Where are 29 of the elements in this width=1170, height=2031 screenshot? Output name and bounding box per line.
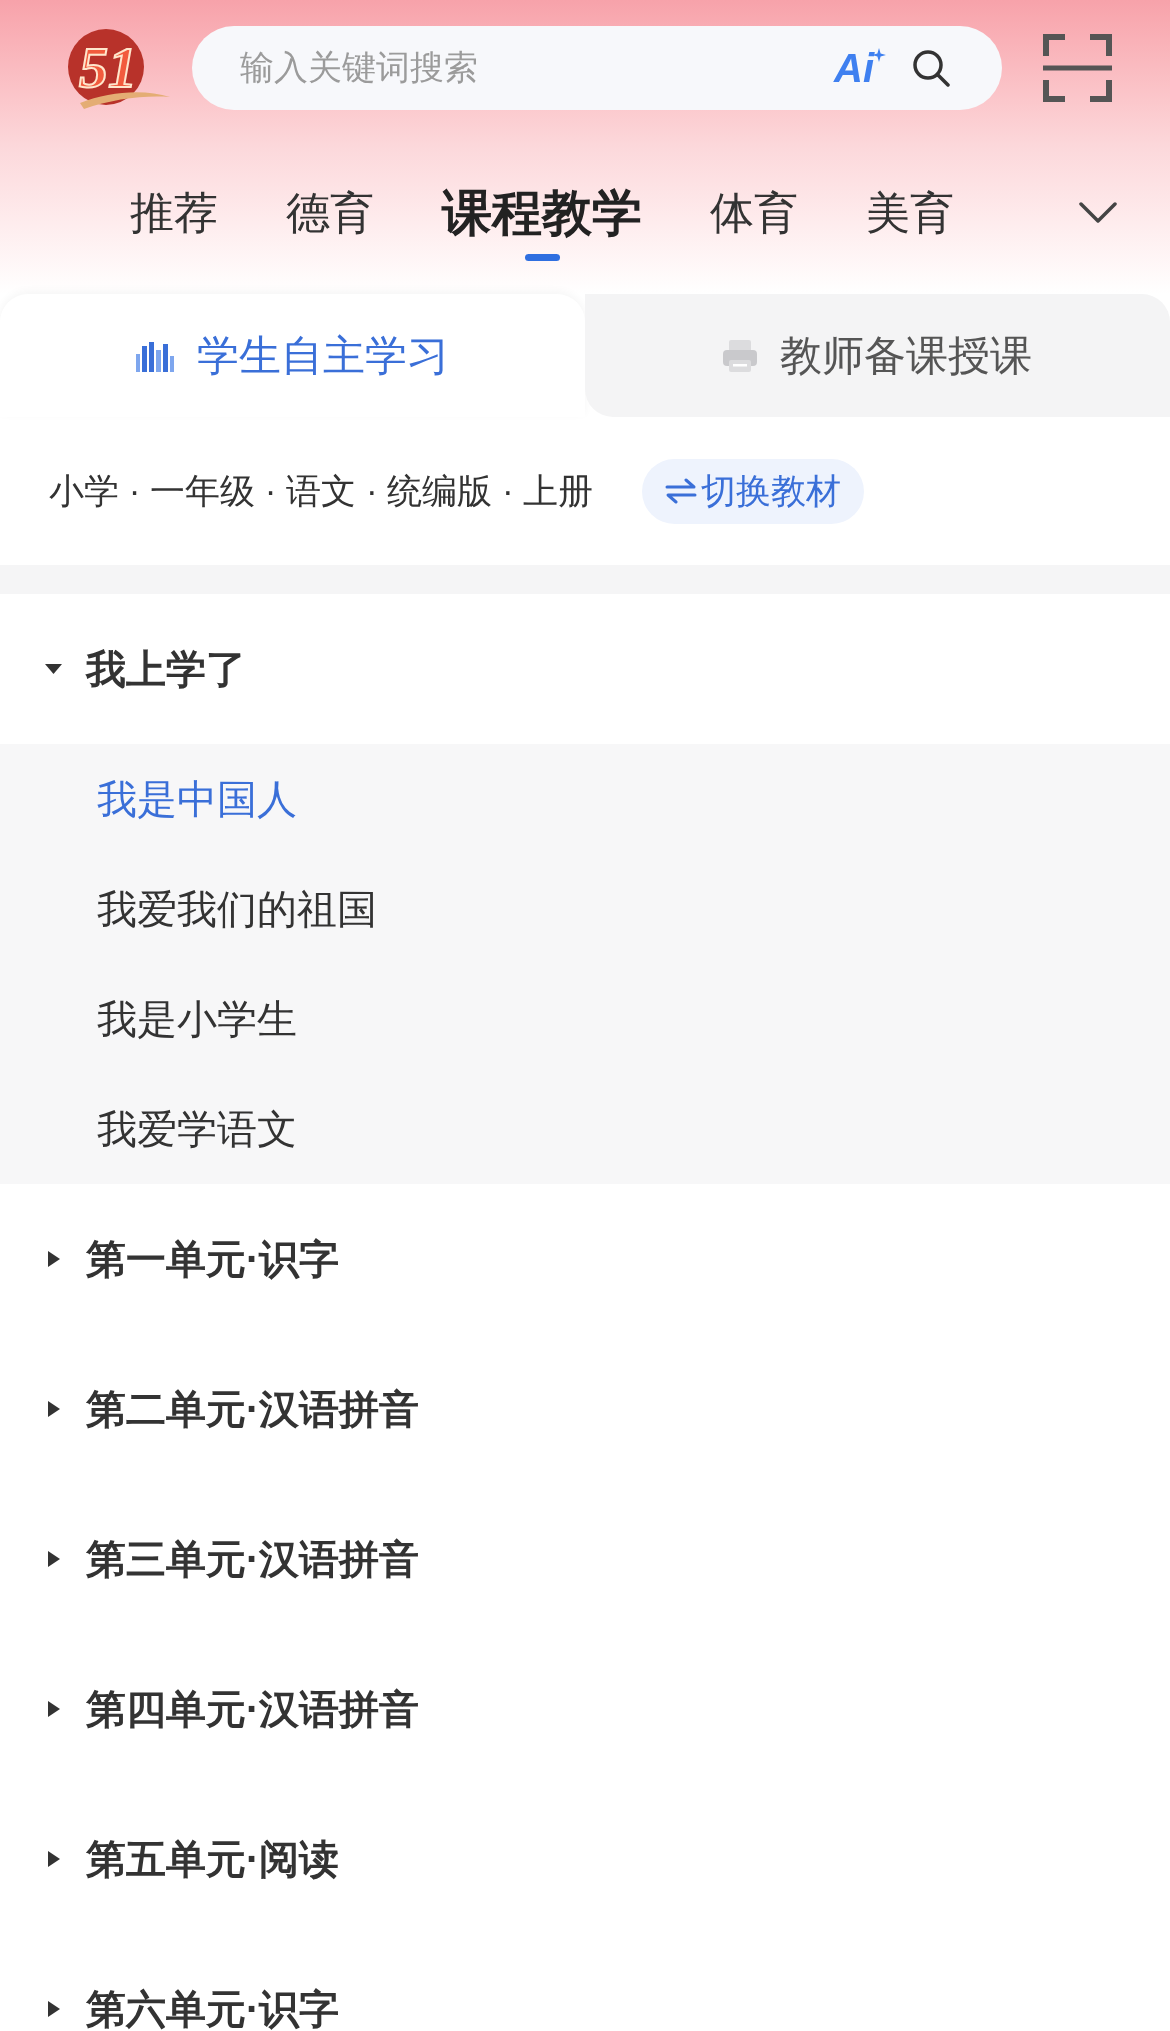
category-tab[interactable]: 推荐 [130,183,218,261]
unit-item[interactable]: 第三单元·汉语拼音 [45,1539,420,1579]
printer-icon [723,339,757,372]
unit-item[interactable]: 第六单元·识字 [45,1989,340,2029]
mode-tab[interactable]: 学生自主学习 [0,294,585,417]
category-tab[interactable]: 课程教学 [442,183,642,261]
unit-item[interactable]: 第五单元·阅读 [45,1839,340,1879]
unit-item[interactable]: 第四单元·汉语拼音 [45,1689,420,1729]
textbook-path: 小学 · 一年级 · 语文 · 统编版 · 上册 [49,469,594,512]
search-field[interactable]: 输入关键词搜索 Ai [192,25,1002,110]
mode-tab[interactable]: 教师备课授课 [585,294,1170,417]
search-icon[interactable] [912,48,950,87]
lesson-item[interactable]: 我是小学生 [97,995,297,1043]
switch-textbook-button[interactable]: 切换教材 [642,458,865,524]
unit-item[interactable]: 第一单元·识字 [45,1239,340,1279]
unit-item[interactable]: 第二单元·汉语拼音 [45,1389,420,1429]
lesson-item[interactable]: 我爱学语文 [97,1105,297,1153]
category-tab[interactable]: 德育 [286,183,374,261]
category-tab[interactable]: 美育 [866,183,954,261]
scan-icon[interactable] [1043,33,1112,102]
chevron-down-icon[interactable] [1079,202,1117,224]
ai-button[interactable]: Ai [834,45,886,90]
unit-item[interactable]: 我上学了 [45,649,246,689]
lesson-item[interactable]: 我是中国人 [97,775,297,823]
category-tab[interactable]: 体育 [710,183,798,261]
lesson-item[interactable]: 我爱我们的祖国 [97,885,377,933]
swap-arrows-icon [665,478,698,504]
tab-indicator [524,254,560,261]
books-icon [136,339,174,372]
